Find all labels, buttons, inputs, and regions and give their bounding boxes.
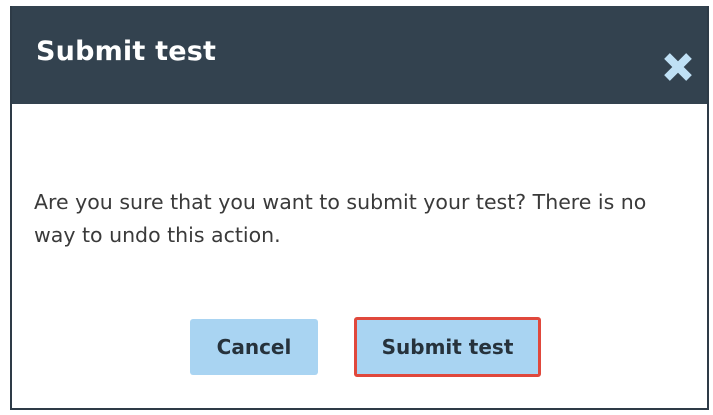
- dialog-message: Are you sure that you want to submit you…: [34, 190, 647, 247]
- dialog-header: Submit test: [12, 6, 707, 104]
- submit-test-dialog: Submit test Are you sure that you want t…: [10, 6, 709, 410]
- cancel-button[interactable]: Cancel: [190, 319, 318, 375]
- close-icon[interactable]: [661, 50, 695, 84]
- dialog-title: Submit test: [36, 36, 217, 67]
- submit-test-button[interactable]: Submit test: [354, 317, 541, 377]
